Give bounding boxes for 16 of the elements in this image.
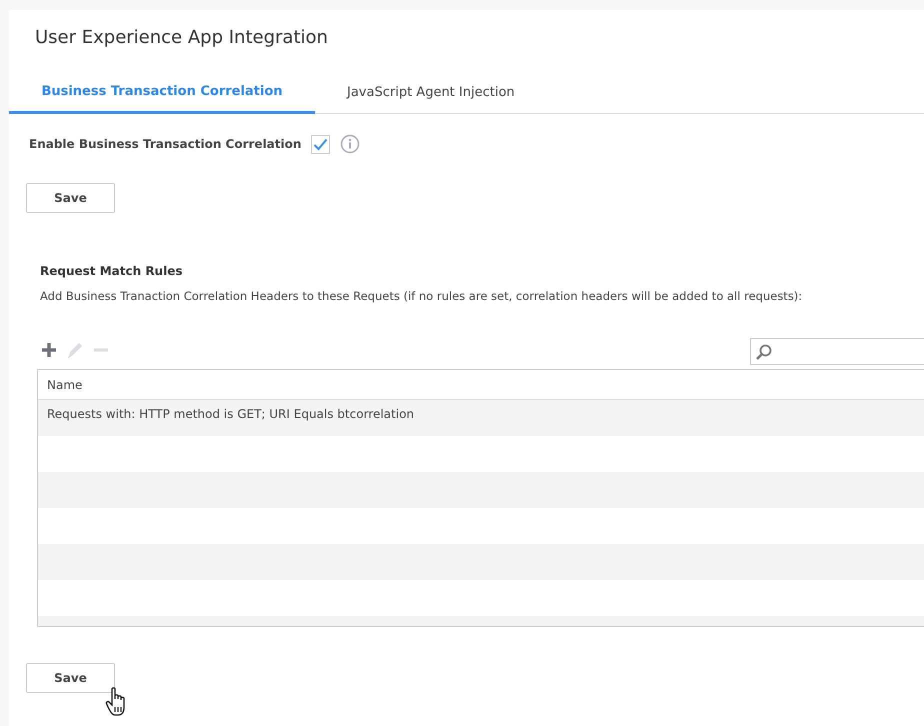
- tab[interactable]: JavaScript Agent Injection: [315, 72, 547, 114]
- option-label: Enable Business Transaction Correlation: [29, 136, 302, 153]
- search-icon: [755, 342, 773, 360]
- table-cell[interactable]: Requests with: HTTP method is GET; URI Equals btcorrelation: [38, 400, 424, 428]
- column-header[interactable]: Name: [38, 370, 92, 399]
- table-row[interactable]: Requests with: HTTP method is GET; URI Equals btcorrelation: [38, 400, 924, 436]
- plus-icon[interactable]: [41, 342, 57, 358]
- save-button[interactable]: Save: [26, 183, 115, 213]
- search-field[interactable]: [750, 338, 924, 365]
- info-icon[interactable]: [340, 134, 360, 154]
- save-button[interactable]: Save: [26, 663, 115, 693]
- section-description: Add Business Tranaction Correlation Headers to these Requets (if no rules are set, correlation headers will be added to all requests):: [40, 288, 802, 305]
- section-heading: Request Match Rules: [40, 263, 182, 280]
- checkbox[interactable]: [311, 134, 330, 154]
- tab[interactable]: Business Transaction Correlation: [9, 72, 315, 114]
- page-title: User Experience App Integration: [35, 26, 328, 50]
